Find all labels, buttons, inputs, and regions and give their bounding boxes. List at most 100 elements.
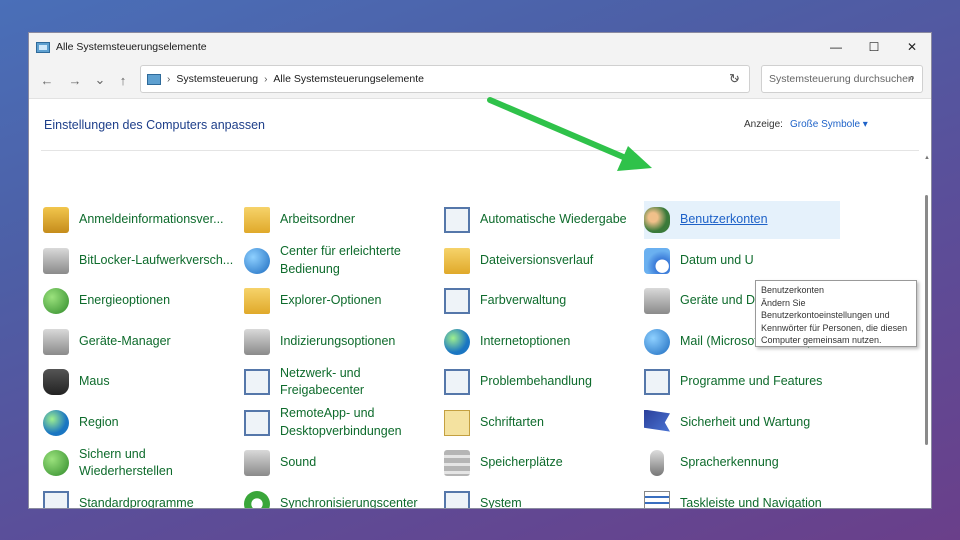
control-panel-item[interactable]: Schriftarten: [444, 404, 644, 442]
control-panel-item[interactable]: Taskleiste und Navigation: [644, 485, 844, 509]
control-panel-item[interactable]: Benutzerkonten: [644, 201, 840, 239]
item-label: Maus: [79, 374, 110, 389]
control-panel-item[interactable]: Datum und U: [644, 242, 844, 280]
tooltip-line: Benutzerkonten: [761, 285, 825, 295]
minimize-button[interactable]: —: [817, 33, 855, 61]
programs-icon: [644, 369, 670, 395]
item-label: Schriftarten: [480, 414, 544, 429]
title-bar[interactable]: Alle Systemsteuerungselemente — ☐ ✕: [29, 33, 931, 61]
item-label: Internetoptionen: [480, 333, 571, 348]
mail-icon: [644, 328, 670, 355]
mouse-icon: [43, 369, 69, 395]
item-label: Programme und Features: [680, 374, 823, 389]
control-panel-item[interactable]: RemoteApp- und Desktopverbindungen: [244, 404, 444, 442]
forward-arrow-icon[interactable]: →: [65, 70, 85, 90]
backup-icon: [43, 450, 69, 476]
item-label: Speicherplätze: [480, 455, 563, 470]
work-folders-icon: [244, 207, 270, 233]
speech-icon: [650, 450, 664, 476]
item-label: Netzwerk- und Freigabecenter: [280, 365, 365, 398]
troubleshooting-icon: [444, 369, 470, 395]
view-dropdown[interactable]: Große Symbole ▾: [790, 119, 868, 130]
control-panel-item[interactable]: Dateiversionsverlauf: [444, 242, 644, 280]
item-label: Dateiversionsverlauf: [480, 252, 594, 267]
control-panel-item[interactable]: Sound: [244, 444, 444, 482]
control-panel-item[interactable]: Indizierungsoptionen: [244, 323, 444, 361]
control-panel-item[interactable]: Maus: [43, 363, 243, 401]
autoplay-icon: [444, 207, 470, 233]
up-arrow-icon[interactable]: ↑: [113, 70, 133, 90]
control-panel-icon: [147, 73, 161, 85]
control-panel-item[interactable]: Anmeldeinformationsver...: [43, 201, 243, 239]
control-panel-item[interactable]: Region: [43, 404, 243, 442]
control-panel-item[interactable]: Speicherplätze: [444, 444, 644, 482]
breadcrumb-systemsteuerung[interactable]: Systemsteuerung: [176, 73, 258, 85]
date-time-icon: [644, 247, 670, 274]
control-panel-item[interactable]: BitLocker-Laufwerkversch...: [43, 242, 243, 280]
ease-of-access-icon: [244, 247, 270, 274]
region-icon: [43, 409, 69, 436]
search-input[interactable]: Systemsteuerung durchsuchen ⌕: [761, 65, 923, 93]
control-panel-item[interactable]: Geräte-Manager: [43, 323, 243, 361]
control-panel-item[interactable]: Arbeitsordner: [244, 201, 444, 239]
remoteapp-icon: [244, 409, 270, 436]
control-panel-window: Alle Systemsteuerungselemente — ☐ ✕ ← → …: [28, 32, 932, 509]
explorer-options-icon: [244, 288, 270, 314]
item-label: Standardprogramme: [79, 495, 194, 509]
device-manager-icon: [43, 328, 69, 355]
control-panel-item[interactable]: Standardprogramme: [43, 485, 243, 509]
item-label: Explorer-Optionen: [280, 293, 382, 308]
item-label: Taskleiste und Navigation: [680, 495, 822, 509]
breadcrumb-separator: ›: [264, 73, 268, 85]
storage-spaces-icon: [444, 450, 470, 476]
control-panel-item[interactable]: Automatische Wiedergabe: [444, 201, 644, 239]
main-content: Einstellungen des Computers anpassen Anz…: [29, 100, 931, 509]
address-bar[interactable]: › Systemsteuerung › Alle Systemsteuerung…: [140, 65, 750, 93]
item-label: Synchronisierungscenter: [280, 495, 418, 509]
devices-printers-icon: [644, 288, 670, 314]
navigation-bar: ← → ⌄ ↑ › Systemsteuerung › Alle Systems…: [29, 61, 931, 99]
recent-locations-chevron-icon[interactable]: ⌄: [90, 70, 110, 90]
back-arrow-icon[interactable]: ←: [37, 70, 57, 90]
sync-center-icon: [244, 490, 270, 508]
control-panel-item[interactable]: Energieoptionen: [43, 282, 243, 320]
close-button[interactable]: ✕: [893, 33, 931, 61]
item-label: Arbeitsordner: [280, 212, 356, 227]
control-panel-item[interactable]: Netzwerk- und Freigabecenter: [244, 363, 444, 401]
item-label: Geräte-Manager: [79, 333, 171, 348]
search-icon[interactable]: ⌕: [909, 72, 915, 85]
item-label: Sicherheit und Wartung: [680, 414, 811, 429]
item-label: Geräte und D: [680, 293, 756, 308]
credential-icon: [43, 207, 69, 233]
control-panel-item[interactable]: Sicherheit und Wartung: [644, 404, 844, 442]
network-icon: [244, 369, 270, 395]
control-panel-item[interactable]: Explorer-Optionen: [244, 282, 444, 320]
refresh-icon[interactable]: ↻: [729, 71, 740, 87]
scrollbar-thumb[interactable]: [925, 195, 928, 445]
item-label: Automatische Wiedergabe: [480, 212, 627, 227]
control-panel-icon: [36, 41, 50, 53]
control-panel-item[interactable]: Farbverwaltung: [444, 282, 644, 320]
item-label: Sound: [280, 455, 317, 470]
control-panel-item[interactable]: Internetoptionen: [444, 323, 644, 361]
tooltip: Benutzerkonten Ändern Sie Benutzerkontoe…: [755, 280, 917, 347]
item-label: Datum und U: [680, 252, 754, 267]
color-management-icon: [444, 288, 470, 314]
control-panel-item[interactable]: Problembehandlung: [444, 363, 644, 401]
maximize-button[interactable]: ☐: [855, 33, 893, 61]
taskbar-icon: [644, 490, 670, 508]
control-panel-item[interactable]: Sichern und Wiederherstellen: [43, 444, 243, 482]
control-panel-item[interactable]: Synchronisierungscenter: [244, 485, 444, 509]
indexing-icon: [244, 328, 270, 355]
control-panel-item[interactable]: Spracherkennung: [644, 444, 844, 482]
divider: [41, 150, 919, 151]
control-panel-item[interactable]: Center für erleichterte Bedienung: [244, 242, 444, 280]
item-label: Spracherkennung: [680, 455, 779, 470]
control-panel-item[interactable]: System: [444, 485, 644, 508]
tooltip-line: Benutzerkontoeinstellungen und: [761, 310, 890, 320]
scrollbar[interactable]: ▲: [924, 155, 930, 455]
scroll-up-icon[interactable]: ▲: [924, 155, 930, 161]
breadcrumb-all-items[interactable]: Alle Systemsteuerungselemente: [273, 73, 424, 85]
breadcrumb-separator: ›: [167, 73, 171, 85]
control-panel-item[interactable]: Programme und Features: [644, 363, 844, 401]
